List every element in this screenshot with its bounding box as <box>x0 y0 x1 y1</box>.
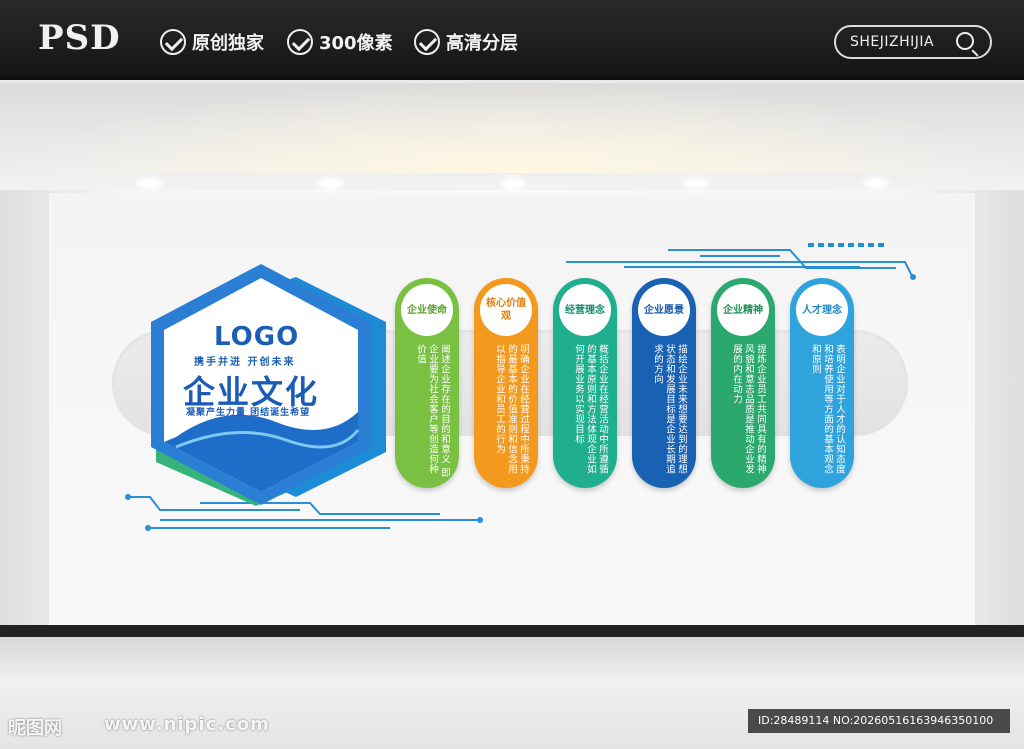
pillar-body: 阐述企业存在的目的和意义 即企业要为社会客户等创造何种价值 <box>415 344 450 478</box>
pillar-business-philosophy: 经营理念 概括企业在经营活动中所遵循的基本原则和方法体现企业如何开展业务以实现目… <box>553 278 617 488</box>
pillar-vision: 企业愿景 描绘企业未来想要达到的理想状态和发展目标是企业长期追求的方向 <box>632 278 696 488</box>
slogan-bottom: 凝聚产生力量 团结诞生希望 <box>186 408 311 418</box>
slogan-top: 携手并进 开创未来 <box>194 357 296 368</box>
pillar-body: 表明企业对于人才的认知态度和培养使用等方面的基本观念和原则 <box>810 344 845 474</box>
pillar-title: 企业精神 <box>717 284 769 336</box>
pillar-body: 概括企业在经营活动中所遵循的基本原则和方法体现企业如何开展业务以实现目标 <box>573 344 608 474</box>
pillar-mission: 企业使命 阐述企业存在的目的和意义 即企业要为社会客户等创造何种价值 <box>395 278 459 488</box>
watermark-url[interactable]: www.nipic.com <box>104 714 270 735</box>
pillar-body: 明确企业在经营过程中所秉持的最基本的价值准则和信念用以指导企业和员工的行为 <box>494 344 529 474</box>
pillar-title: 经营理念 <box>559 284 611 336</box>
logo-placeholder: LOGO <box>214 322 300 352</box>
pillar-talent-philosophy: 人才理念 表明企业对于人才的认知态度和培养使用等方面的基本观念和原则 <box>790 278 854 488</box>
pillar-title: 人才理念 <box>796 284 848 336</box>
pillar-body: 描绘企业未来想要达到的理想状态和发展目标是企业长期追求的方向 <box>652 344 687 474</box>
pillar-core-values: 核心价值观 明确企业在经营过程中所秉持的最基本的价值准则和信念用以指导企业和员工… <box>474 278 538 488</box>
pillar-spirit: 企业精神 提炼企业员工共同具有的精神风貌和意志品质是推动企业发展的内在动力 <box>711 278 775 488</box>
pillar-title: 企业愿景 <box>638 284 690 336</box>
watermark-site-logo: 昵图网 <box>8 718 62 739</box>
pillar-body: 提炼企业员工共同具有的精神风貌和意志品质是推动企业发展的内在动力 <box>731 344 766 474</box>
pillar-title: 核心价值观 <box>480 284 532 336</box>
watermark-id: ID:28489114 NO:20260516163946350100 <box>748 709 1010 733</box>
pillar-title: 企业使命 <box>401 284 453 336</box>
